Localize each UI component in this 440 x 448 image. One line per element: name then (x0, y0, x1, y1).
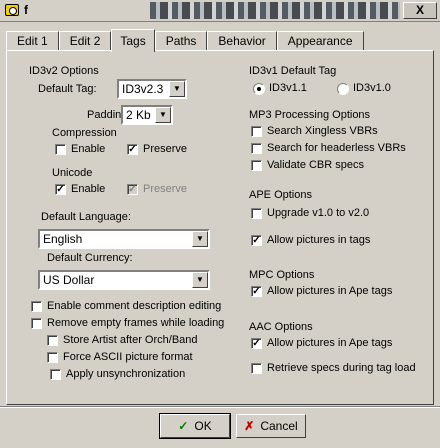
id3v10-radio[interactable] (337, 83, 349, 95)
compression-enable-checkbox[interactable] (55, 144, 66, 155)
tab-appearance[interactable]: Appearance (276, 31, 364, 51)
window-title: f (24, 3, 28, 17)
padding-select[interactable]: 2 Kb ▼ (121, 105, 173, 125)
default-currency-select[interactable]: US Dollar ▼ (38, 270, 210, 290)
mp3-heading: MP3 Processing Options (249, 109, 371, 121)
unicode-preserve-checkbox[interactable]: ✓ (127, 184, 138, 195)
tab-strip: Edit 1 Edit 2 Tags Paths Behavior Appear… (6, 29, 364, 52)
ape-upgrade-label: Upgrade v1.0 to v2.0 (267, 207, 370, 219)
search-xingless-label: Search Xingless VBRs (267, 125, 378, 137)
chevron-down-icon: ▼ (192, 231, 208, 247)
app-icon (5, 4, 19, 16)
compression-label: Compression (52, 127, 117, 139)
id3v10-label: ID3v1.0 (353, 82, 391, 94)
tab-behavior[interactable]: Behavior (207, 31, 277, 51)
default-language-label: Default Language: (41, 211, 131, 223)
tab-edit1[interactable]: Edit 1 (6, 31, 59, 51)
tags-panel: ID3v2 Options Default Tag: ID3v2.3 ▼ Pad… (6, 50, 434, 405)
mpc-allow-pictures-label: Allow pictures in Ape tags (267, 285, 393, 297)
footer-divider (0, 406, 440, 408)
chevron-down-icon: ▼ (169, 81, 185, 97)
aac-allow-pictures-checkbox[interactable]: ✓ (251, 338, 262, 349)
cancel-button[interactable]: ✗ Cancel (236, 414, 306, 438)
default-tag-select[interactable]: ID3v2.3 ▼ (117, 79, 187, 99)
search-xingless-checkbox[interactable] (251, 126, 262, 137)
id3v11-label: ID3v1.1 (269, 82, 307, 94)
chevron-down-icon: ▼ (192, 272, 208, 288)
title-bar-obscured (150, 2, 400, 19)
x-icon: ✗ (244, 419, 255, 433)
aac-retrieve-specs-label: Retrieve specs during tag load (267, 362, 416, 374)
ape-heading: APE Options (249, 189, 312, 201)
id3v1-heading: ID3v1 Default Tag (249, 65, 337, 77)
default-currency-label: Default Currency: (47, 252, 133, 264)
id3v11-radio[interactable] (253, 83, 265, 95)
store-artist-checkbox[interactable] (47, 335, 58, 346)
comment-description-checkbox[interactable] (31, 301, 42, 312)
mpc-allow-pictures-checkbox[interactable]: ✓ (251, 286, 262, 297)
chevron-down-icon: ▼ (155, 107, 171, 123)
ape-allow-pictures-label: Allow pictures in tags (267, 234, 371, 246)
title-bar: f X (0, 0, 440, 22)
comment-description-label: Enable comment description editing (47, 300, 222, 312)
ok-button[interactable]: ✓ OK (159, 413, 231, 439)
tab-tags[interactable]: Tags (111, 29, 155, 52)
aac-retrieve-specs-checkbox[interactable] (251, 363, 262, 374)
remove-empty-frames-checkbox[interactable] (31, 318, 42, 329)
compression-enable-label: Enable (71, 143, 106, 155)
validate-cbr-checkbox[interactable] (251, 160, 262, 171)
force-ascii-label: Force ASCII picture format (63, 351, 193, 363)
aac-heading: AAC Options (249, 321, 313, 333)
search-headerless-label: Search for headerless VBRs (267, 142, 406, 154)
mpc-heading: MPC Options (249, 269, 315, 281)
default-tag-label: Default Tag: (38, 83, 97, 95)
unicode-enable-checkbox[interactable]: ✓ (55, 184, 66, 195)
unicode-preserve-label: Preserve (143, 183, 188, 195)
ape-allow-pictures-checkbox[interactable]: ✓ (251, 235, 262, 246)
unsynchronization-checkbox[interactable] (50, 369, 61, 380)
default-language-select[interactable]: English ▼ (38, 229, 210, 249)
id3v2-heading: ID3v2 Options (29, 65, 99, 77)
ape-upgrade-checkbox[interactable] (251, 208, 262, 219)
compression-preserve-label: Preserve (143, 143, 188, 155)
store-artist-label: Store Artist after Orch/Band (63, 334, 198, 346)
tab-paths[interactable]: Paths (154, 31, 208, 51)
check-icon: ✓ (178, 419, 189, 433)
compression-preserve-checkbox[interactable]: ✓ (127, 144, 138, 155)
close-button[interactable]: X (403, 2, 437, 19)
aac-allow-pictures-label: Allow pictures in Ape tags (267, 337, 393, 349)
force-ascii-checkbox[interactable] (47, 352, 58, 363)
search-headerless-checkbox[interactable] (251, 143, 262, 154)
remove-empty-frames-label: Remove empty frames while loading (47, 317, 225, 329)
unsynchronization-label: Apply unsynchronization (66, 368, 186, 380)
unicode-enable-label: Enable (71, 183, 106, 195)
validate-cbr-label: Validate CBR specs (267, 159, 365, 171)
tab-edit2[interactable]: Edit 2 (58, 31, 112, 51)
unicode-label: Unicode (52, 167, 93, 179)
